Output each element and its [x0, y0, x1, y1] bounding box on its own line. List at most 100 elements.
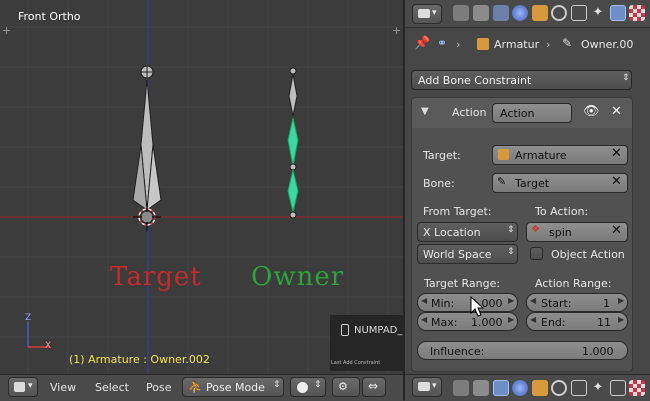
bone-tab-icon[interactable]: ✦: [590, 5, 606, 21]
object-tab-icon[interactable]: [532, 5, 548, 21]
solid-shading-icon: [297, 382, 308, 393]
start-value: 1: [603, 297, 610, 310]
clear-bone-icon[interactable]: ✕: [611, 174, 622, 189]
menu-view[interactable]: View: [50, 381, 76, 394]
eye-icon[interactable]: 👁: [583, 104, 600, 119]
bone-constraints-tab-icon[interactable]: [610, 5, 626, 21]
world-tab-icon[interactable]: [512, 5, 528, 21]
pose-mode-icon: ⛹: [188, 380, 203, 394]
target-bone-field[interactable]: [492, 173, 628, 193]
increment-arrow-icon[interactable]: ▶: [618, 296, 624, 305]
decrement-arrow-icon[interactable]: ◀: [421, 296, 427, 305]
constraint-name-value: Action: [500, 107, 535, 120]
from-target-label: From Target:: [423, 205, 492, 218]
properties-editor-icon: [418, 9, 430, 18]
render-layers-tab-icon[interactable]: [473, 380, 489, 396]
area-split-plus-icon[interactable]: +: [2, 24, 11, 37]
min-label: Min:: [431, 297, 455, 310]
object-tab-icon[interactable]: [532, 380, 548, 396]
world-tab-icon[interactable]: [512, 380, 528, 396]
clear-action-icon[interactable]: ✕: [611, 223, 622, 238]
bone-constraint-icon: ⚭: [437, 36, 448, 50]
viewport-shading-button[interactable]: ⇕: [290, 377, 326, 397]
properties-editor-icon: [418, 382, 430, 391]
increment-arrow-icon[interactable]: ▶: [508, 315, 514, 324]
transform-manipulator-button[interactable]: ⇔: [362, 377, 386, 397]
area-split-plus-icon[interactable]: +: [392, 24, 401, 37]
decrement-arrow-icon[interactable]: ◀: [421, 315, 427, 324]
mode-label: Pose Mode: [206, 381, 265, 394]
action-range-label: Action Range:: [535, 277, 612, 290]
object-action-checkbox[interactable]: [530, 247, 543, 260]
updown-arrows-icon: ⇕: [273, 380, 281, 390]
constraints-tab-icon[interactable]: [551, 5, 567, 21]
editor-type-button[interactable]: ▾: [412, 377, 442, 397]
clear-target-icon[interactable]: ✕: [611, 146, 622, 161]
start-label: Start:: [541, 297, 572, 310]
target-object-value: Armature: [515, 149, 567, 162]
object-data-tab-icon[interactable]: [571, 5, 587, 21]
updown-arrows-icon: ⇕: [507, 225, 515, 235]
bone-constraints-tab-icon[interactable]: [610, 380, 626, 396]
decrement-arrow-icon[interactable]: ◀: [530, 315, 536, 324]
max-label: Max:: [431, 316, 458, 329]
3d-cursor-icon: [133, 203, 161, 231]
delete-constraint-icon[interactable]: ✕: [611, 104, 622, 119]
add-bone-constraint-label: Add Bone Constraint: [418, 74, 532, 87]
object-data-tab-icon[interactable]: [571, 380, 587, 396]
active-object-status: (1) Armature : Owner.002: [69, 353, 210, 366]
last-operator-hint: Last Add Constraint: [331, 360, 381, 366]
bone-tab-icon[interactable]: ✦: [590, 380, 606, 396]
end-label: End:: [541, 316, 566, 329]
updown-arrows-icon: ⇕: [314, 380, 322, 390]
armature-object-icon: [477, 38, 489, 50]
constraints-tab-icon[interactable]: [551, 380, 567, 396]
texture-tab-icon[interactable]: [629, 5, 645, 21]
constraint-type-label: Action: [452, 106, 487, 119]
target-field-label: Target:: [423, 149, 461, 162]
render-tab-icon[interactable]: [453, 380, 469, 396]
texture-tab-icon[interactable]: [629, 380, 645, 396]
key-hint-text: NUMPAD_1: [354, 325, 403, 336]
menu-pose[interactable]: Pose: [146, 381, 171, 394]
mouse-pointer-icon: [470, 296, 484, 317]
decrement-arrow-icon[interactable]: ◀: [530, 296, 536, 305]
axis-x-label: X: [45, 341, 52, 351]
target-bone-value: Target: [515, 177, 550, 190]
object-action-label: Object Action: [551, 248, 625, 261]
to-action-label: To Action:: [535, 205, 589, 218]
updown-arrows-icon: ⇕: [622, 73, 630, 83]
mode-selector[interactable]: ⛹ Pose Mode ⇕: [182, 377, 284, 397]
scene-tab-icon[interactable]: [493, 380, 509, 396]
action-icon: ❖: [531, 224, 540, 235]
transform-channel-value: X Location: [423, 226, 481, 239]
increment-arrow-icon[interactable]: ▶: [508, 296, 514, 305]
bone-icon: ✎: [497, 175, 507, 188]
breadcrumb-bone[interactable]: Owner.00: [581, 38, 633, 51]
axis-z-label: Z: [25, 313, 32, 323]
menu-select[interactable]: Select: [95, 381, 129, 394]
cube-icon: [14, 382, 25, 392]
collapse-triangle-icon[interactable]: ▼: [421, 106, 429, 117]
increment-arrow-icon[interactable]: ▶: [618, 315, 624, 324]
render-layers-tab-icon[interactable]: [473, 5, 489, 21]
breadcrumb-object[interactable]: Armatur: [494, 38, 539, 51]
key-icon: [341, 324, 349, 336]
updown-arrows-icon: ⇕: [507, 247, 515, 257]
owner-label: Owner: [251, 262, 345, 292]
influence-label: Influence:: [430, 345, 485, 358]
owner-bone-chain[interactable]: [280, 66, 306, 226]
3d-viewport[interactable]: Front Ortho + + + Target Owner Z X (1) A…: [0, 0, 403, 374]
influence-value: 1.000: [582, 345, 614, 358]
render-tab-icon[interactable]: [453, 5, 469, 21]
pivot-point-button[interactable]: ⚙: [332, 377, 360, 397]
end-value: 11: [597, 316, 611, 329]
breadcrumb-separator-icon: ›: [546, 38, 551, 51]
scene-tab-icon[interactable]: [493, 5, 509, 21]
chevron-down-icon: ▾: [432, 381, 437, 391]
view-title: Front Ortho: [18, 10, 81, 23]
editor-type-button[interactable]: ▾: [8, 377, 38, 397]
editor-type-button[interactable]: ▾: [412, 4, 442, 24]
pivot-icon: ⚙: [338, 380, 348, 393]
pin-icon[interactable]: 📌: [414, 36, 430, 51]
